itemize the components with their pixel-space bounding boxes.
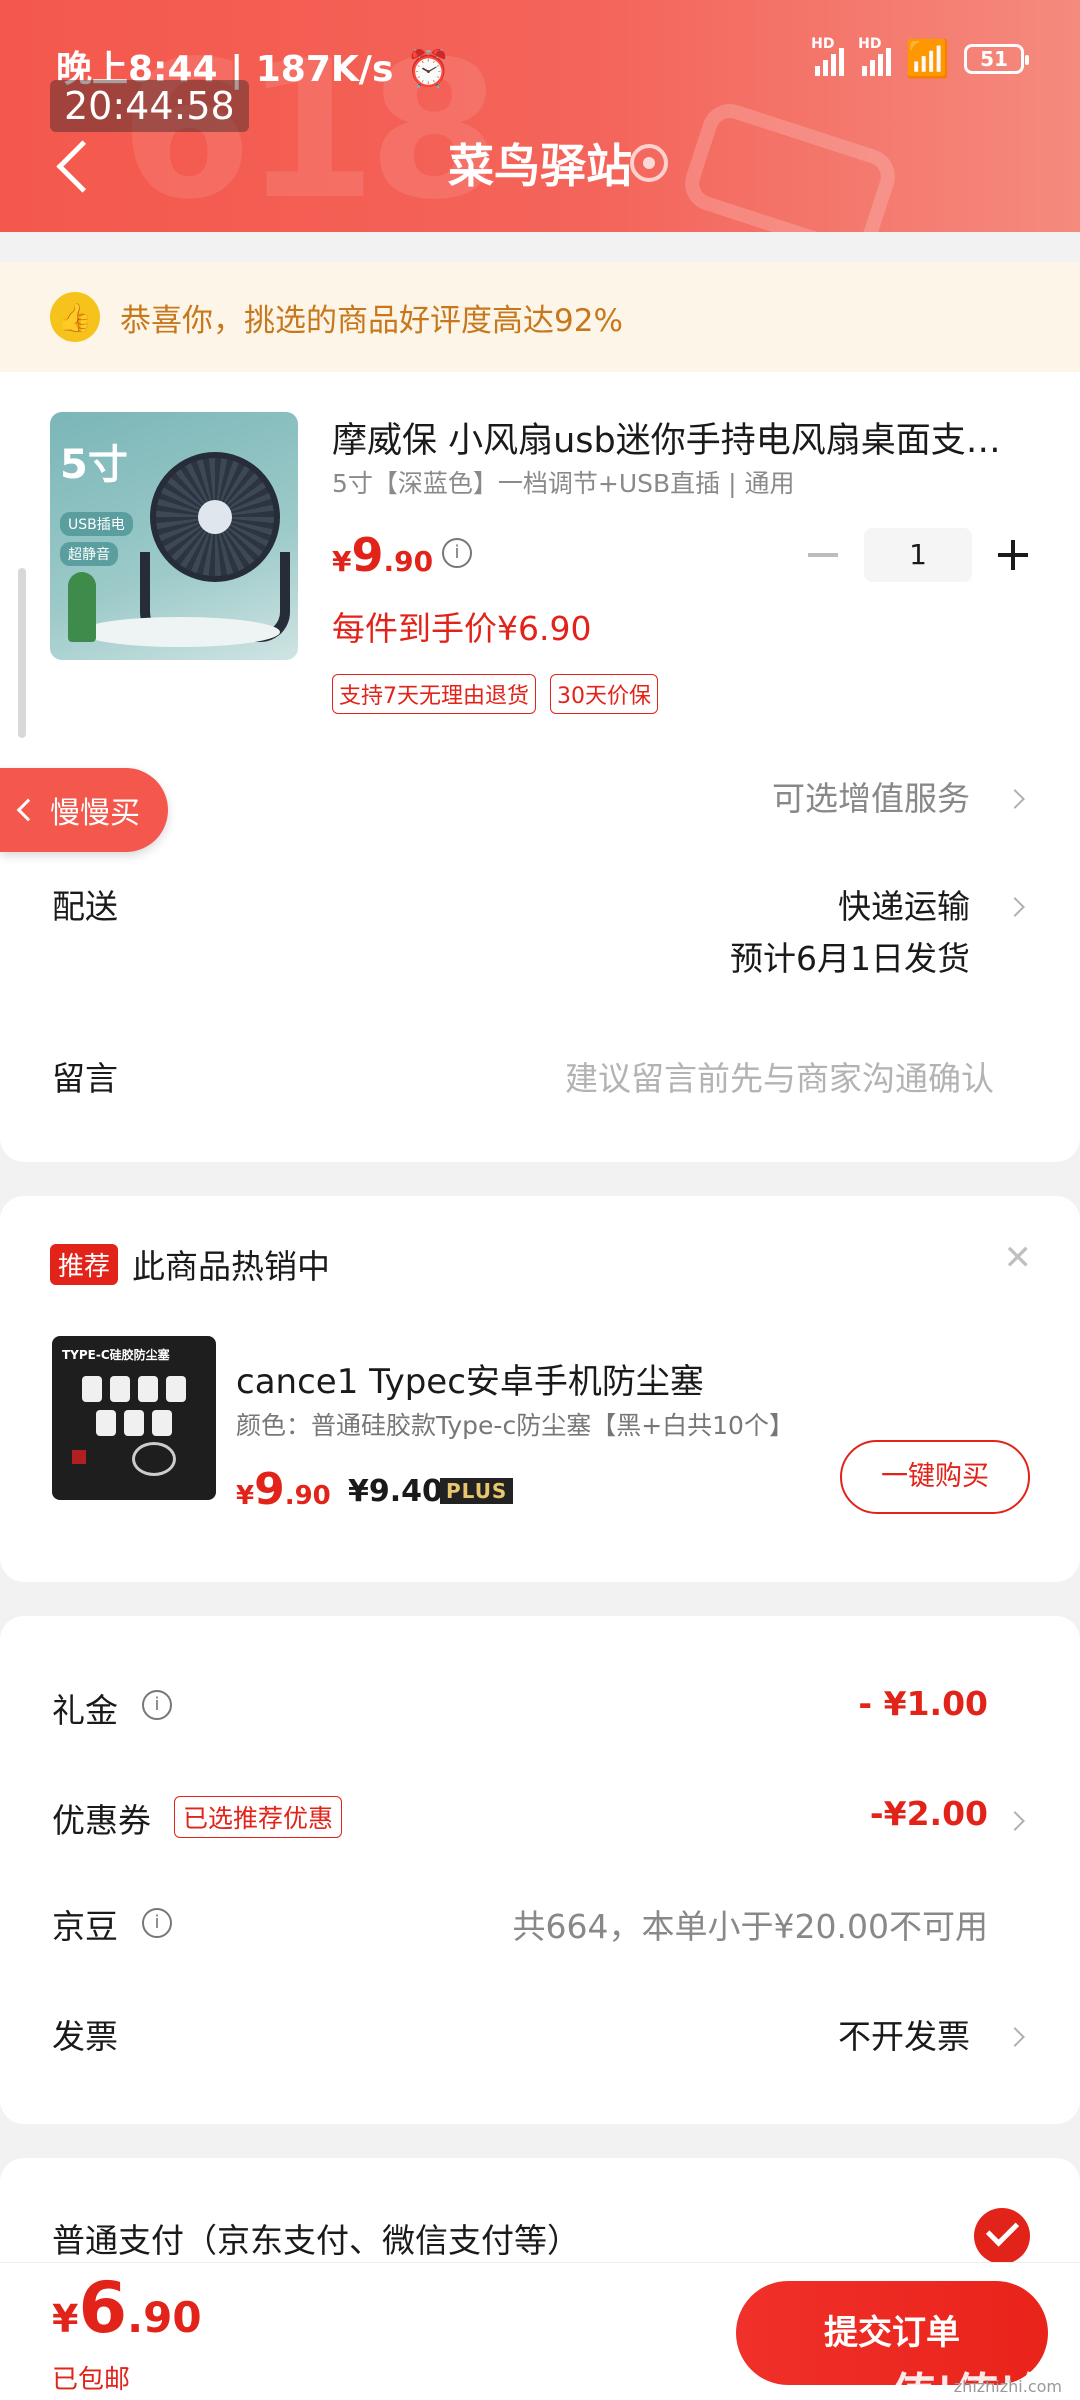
product-price: ¥9.90 xyxy=(332,528,434,582)
recommendation-card: 推荐 此商品热销中 ✕ TYPE-C硅胶防尘塞 cance1 Typec安卓手机… xyxy=(0,1196,1080,1582)
chevron-right-icon[interactable] xyxy=(1005,2027,1025,2047)
jingdou-value: 共664，本单小于¥20.00不可用 xyxy=(512,1907,988,1946)
coupon-label: 优惠券 xyxy=(52,1801,151,1840)
plug-graphic xyxy=(82,1376,102,1402)
discounts-card: 礼金 i - ¥1.00 优惠券 已选推荐优惠 -¥2.00 京豆 i 共664… xyxy=(0,1616,1080,2124)
recommend-product-sku: 颜色：普通硅胶款Type-c防尘塞【黑+白共10个】 xyxy=(236,1411,794,1440)
order-item-card: 5寸 USB插电 超静音 摩威保 小风扇usb迷你手持电风扇桌面支架台式办公室宿… xyxy=(0,372,1080,1162)
plus-badge: PLUS xyxy=(440,1478,514,1504)
battery-icon: 51 xyxy=(964,44,1029,74)
coupon-recommended-tag: 已选推荐优惠 xyxy=(174,1796,343,1838)
delivery-label: 配送 xyxy=(52,887,118,926)
price-protect-tag: 30天价保 xyxy=(550,674,658,714)
delivery-eta: 预计6月1日发货 xyxy=(730,939,970,978)
plus-price: ¥9.40 xyxy=(348,1474,443,1509)
recommend-image-caption: TYPE-C硅胶防尘塞 xyxy=(62,1348,170,1362)
location-pin-icon[interactable] xyxy=(630,144,668,182)
header: 618 晚上8:44 | 187K/s ⏰ 20:44:58 HD HD 📶 5… xyxy=(0,0,1080,232)
plant-graphic xyxy=(68,572,96,642)
watermark-url: zhizhizhi.com xyxy=(953,2377,1062,2396)
recommend-product-name[interactable]: cance1 Typec安卓手机防尘塞 xyxy=(236,1354,704,1403)
chevron-right-icon[interactable] xyxy=(1005,1811,1025,1831)
price-info-icon[interactable]: i xyxy=(442,538,472,568)
product-image[interactable]: 5寸 USB插电 超静音 xyxy=(50,412,298,660)
status-bar-icons: HD HD 📶 51 xyxy=(811,36,1029,80)
one-click-buy-button[interactable]: 一键购买 xyxy=(840,1440,1030,1514)
invoice-value[interactable]: 不开发票 xyxy=(838,2010,970,2058)
storage-box-graphic xyxy=(132,1442,176,1476)
product-image-tag: USB插电 xyxy=(60,512,133,536)
fan-graphic xyxy=(150,452,280,582)
slow-buy-floating-button[interactable]: 慢慢买 xyxy=(0,768,168,852)
scroll-indicator[interactable] xyxy=(18,568,26,738)
chevron-left-icon xyxy=(16,798,40,822)
quantity-input[interactable]: 1 xyxy=(864,528,972,582)
rating-banner-text: 恭喜你，挑选的商品好评度高达92% xyxy=(120,302,623,339)
page-title: 菜鸟驿站 xyxy=(448,139,632,193)
recommend-product-image[interactable]: TYPE-C硅胶防尘塞 xyxy=(52,1336,216,1500)
return-policy-tag: 支持7天无理由退货 xyxy=(332,674,536,714)
jingdou-info-icon[interactable]: i xyxy=(142,1908,172,1938)
product-sku[interactable]: 5寸【深蓝色】一档调节+USB直插 | 通用 xyxy=(332,464,795,500)
unit-price: 每件到手价¥6.90 xyxy=(332,609,592,648)
invoice-label: 发票 xyxy=(52,2017,118,2056)
delivery-value[interactable]: 快递运输 xyxy=(838,880,970,928)
jingdou-label: 京豆 xyxy=(52,1907,118,1946)
alarm-icon: ⏰ xyxy=(405,49,451,90)
payment-method-label[interactable]: 普通支付（京东支付、微信支付等） xyxy=(52,2214,580,2262)
product-image-tag: 超静音 xyxy=(60,542,118,566)
plug-graphic xyxy=(166,1376,186,1402)
plug-graphic xyxy=(152,1410,172,1436)
chevron-right-icon[interactable] xyxy=(1005,789,1025,809)
message-label: 留言 xyxy=(52,1059,118,1098)
increase-button[interactable] xyxy=(998,540,1028,570)
recommend-badge: 推荐 xyxy=(50,1244,119,1285)
chevron-right-icon[interactable] xyxy=(1005,897,1025,917)
rating-banner: 👍 恭喜你，挑选的商品好评度高达92% xyxy=(0,262,1080,372)
plug-graphic xyxy=(96,1410,116,1436)
plug-graphic xyxy=(138,1376,158,1402)
clock-overlay: 20:44:58 xyxy=(50,80,249,132)
check-icon[interactable] xyxy=(974,2208,1030,2264)
recommend-price: ¥9.90 xyxy=(236,1464,331,1515)
signal-icon-2: HD xyxy=(858,36,892,76)
recommend-title: 此商品热销中 xyxy=(132,1247,330,1286)
wifi-icon: 📶 xyxy=(905,39,950,80)
total-price: ¥6.90 xyxy=(52,2267,202,2349)
product-image-size: 5寸 xyxy=(60,442,128,488)
close-icon[interactable]: ✕ xyxy=(1004,1238,1033,1278)
fan-base xyxy=(80,617,280,647)
product-title[interactable]: 摩威保 小风扇usb迷你手持电风扇桌面支架台式办公室宿舍 xyxy=(332,412,1032,463)
plug-graphic xyxy=(110,1376,130,1402)
red-plug-graphic xyxy=(72,1450,86,1464)
plug-graphic xyxy=(124,1410,144,1436)
thumbs-up-icon: 👍 xyxy=(50,292,100,342)
product-tags: 支持7天无理由退货 30天价保 xyxy=(332,674,658,714)
gift-value: - ¥1.00 xyxy=(858,1684,988,1723)
decrease-button[interactable] xyxy=(808,553,838,557)
quantity-stepper: 1 xyxy=(808,528,1028,582)
signal-icon: HD xyxy=(811,36,845,76)
coupon-value[interactable]: -¥2.00 xyxy=(870,1794,988,1833)
gift-label: 礼金 xyxy=(52,1691,118,1730)
slow-buy-label: 慢慢买 xyxy=(50,796,140,831)
service-value[interactable]: 可选增值服务 xyxy=(772,772,970,820)
checkout-bar: ¥6.90 已包邮 提交订单 值|值|值 zhizhizhi.com xyxy=(0,2262,1080,2400)
gift-info-icon[interactable]: i xyxy=(142,1690,172,1720)
message-input[interactable]: 建议留言前先与商家沟通确认 xyxy=(565,1052,994,1100)
free-shipping-label: 已包邮 xyxy=(52,2365,131,2395)
